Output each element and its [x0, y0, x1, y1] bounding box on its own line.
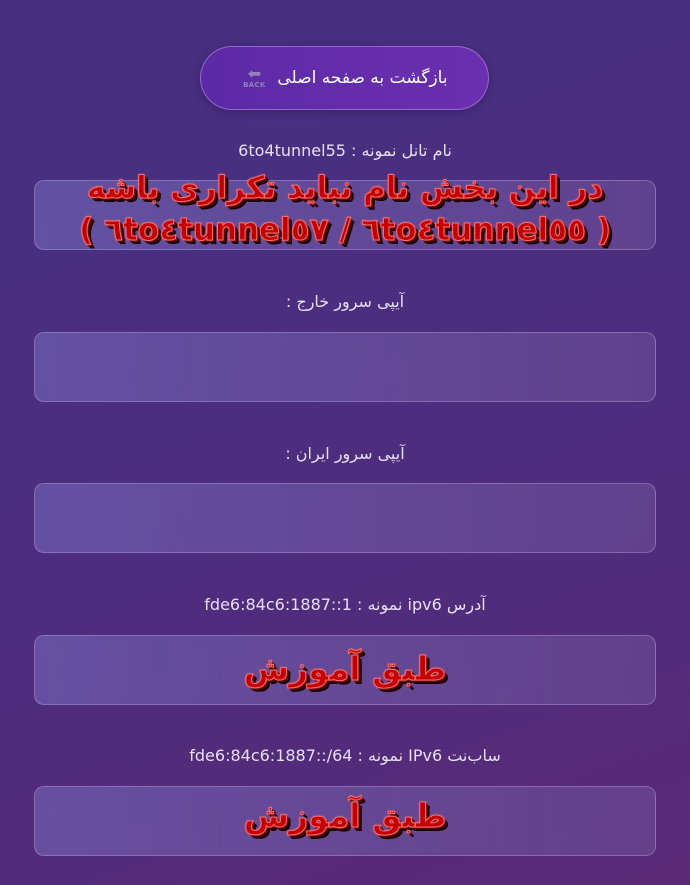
name-warning-overlay-line2: ( ٦to٤tunnel٥٥ / ٦to٤tunnel٥٧ ): [79, 212, 612, 249]
foreign-server-ip-label: آیپی سرور خارج :: [285, 292, 405, 311]
foreign-server-ip-input[interactable]: [34, 332, 656, 402]
iran-server-ip-label: آیپی سرور ایران :: [285, 444, 405, 463]
ipv6-tutorial-overlay: طبق آموزش: [243, 649, 447, 688]
subnet-tutorial-overlay: طبق آموزش: [243, 796, 447, 835]
iran-server-ip-input[interactable]: [34, 483, 656, 553]
back-button-label: بازگشت به صفحه اصلی: [277, 68, 448, 88]
name-warning-overlay-line1: در این بخش نام نباید تکراری باشه: [86, 170, 604, 207]
back-arrow-icon: ⬅ BACK: [243, 64, 266, 90]
ipv6-subnet-label: ساب‌نت IPv6 نمونه : fde6:84c6:1887::/64: [189, 746, 501, 765]
ipv6-address-label: آدرس ipv6 نمونه : fde6:84c6:1887::1: [204, 595, 486, 614]
back-to-home-button[interactable]: ⬅ BACK بازگشت به صفحه اصلی: [200, 46, 489, 110]
tunnel-name-label: نام تانل نمونه : 6to4tunnel55: [238, 141, 452, 160]
